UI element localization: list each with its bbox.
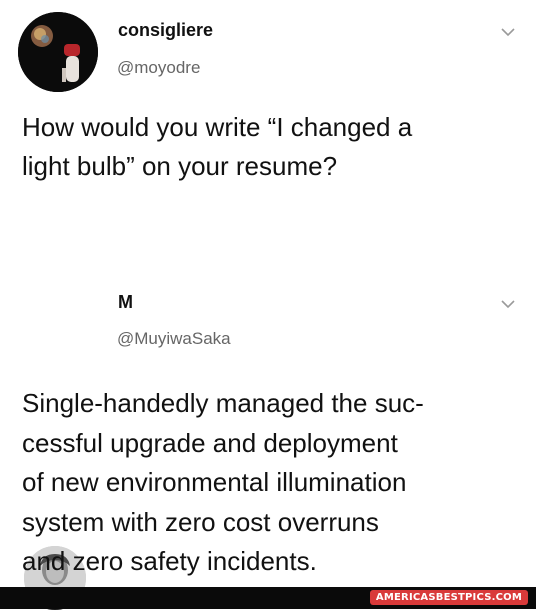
display-name[interactable]: consigliere xyxy=(118,20,213,41)
username-handle[interactable]: @MuyiwaSaka xyxy=(117,329,231,349)
watermark-badge[interactable]: AMERICASBESTPICS.COM xyxy=(369,590,528,605)
tweet-text: How would you write “I changed a light b… xyxy=(22,112,413,181)
profile-photo-icon xyxy=(18,12,98,92)
username-handle[interactable]: @moyodre xyxy=(117,58,200,78)
display-name[interactable]: M xyxy=(118,292,133,313)
footer-bar: AMERICASBESTPICS.COM xyxy=(0,587,536,609)
chevron-down-icon[interactable] xyxy=(500,27,516,37)
tweet-card: M @MuyiwaSaka Single-handedly managed th… xyxy=(0,262,536,610)
avatar[interactable] xyxy=(18,12,98,92)
tweet-text: Single-handedly managed the suc- cessful… xyxy=(22,388,424,576)
chevron-down-icon[interactable] xyxy=(500,299,516,309)
tweet-card: consigliere @moyodre How would you write… xyxy=(0,0,536,250)
